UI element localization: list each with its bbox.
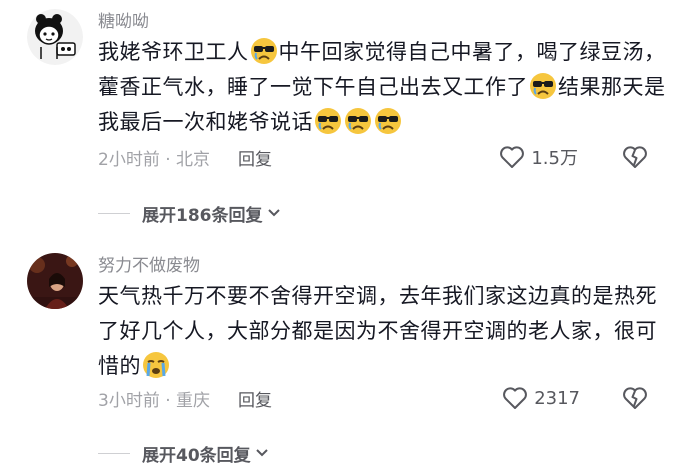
heart-icon (500, 146, 525, 168)
comment-text-part: 天气热千万不要不舍得开空调，去年我们家这边真的是热死了好几个人，大部分都是因为不… (98, 284, 657, 378)
sad-sunglasses-emoji-icon (250, 38, 277, 64)
chevron-down-icon (267, 209, 280, 217)
reply-button[interactable]: 回复 (238, 386, 272, 411)
comment-meta: 2小时前 · 北京 回复 1.5万 (98, 142, 670, 172)
comment-username[interactable]: 糖呦呦 (98, 10, 149, 34)
comment-username[interactable]: 努力不做废物 (98, 254, 200, 278)
sad-sunglasses-emoji-icon (345, 108, 371, 134)
expand-replies-button[interactable]: 展开40条回复 (98, 438, 269, 468)
like-button[interactable]: 2317 (502, 386, 580, 410)
sad-sunglasses-emoji-icon (315, 108, 341, 134)
sad-sunglasses-emoji-icon (530, 73, 556, 99)
avatar[interactable] (27, 9, 83, 65)
dislike-button[interactable] (622, 145, 648, 169)
dislike-button[interactable] (622, 386, 648, 410)
divider (98, 452, 130, 454)
broken-heart-icon (623, 387, 647, 409)
chevron-down-icon (255, 449, 268, 457)
crying-emoji-icon (143, 352, 169, 378)
like-button[interactable]: 1.5万 (499, 144, 578, 170)
comment-text-part: 我姥爷环卫工人 (98, 40, 249, 64)
expand-replies-label: 展开40条回复 (142, 445, 251, 466)
like-count: 2317 (534, 387, 580, 409)
heart-icon (503, 387, 528, 409)
expand-replies-label: 展开186条回复 (142, 205, 263, 226)
comment-time-location: 2小时前 · 北京 (98, 149, 211, 170)
reply-button[interactable]: 回复 (238, 145, 272, 170)
broken-heart-icon (623, 146, 647, 168)
comment-text: 我姥爷环卫工人 中午回家觉得自己中暑了，喝了绿豆汤，藿香正气水，睡了一觉下午自己出… (98, 35, 668, 140)
comment-text: 天气热千万不要不舍得开空调，去年我们家这边真的是热死了好几个人，大部分都是因为不… (98, 279, 668, 384)
photo-avatar-icon (27, 253, 83, 309)
comment-meta: 3小时前 · 重庆 回复 2317 (98, 383, 670, 413)
cartoon-girl-avatar-icon (27, 9, 83, 65)
divider (98, 212, 130, 214)
expand-replies-button[interactable]: 展开186条回复 (98, 198, 281, 228)
comment-time-location: 3小时前 · 重庆 (98, 390, 211, 411)
sad-sunglasses-emoji-icon (375, 108, 401, 134)
like-count: 1.5万 (531, 148, 578, 169)
avatar[interactable] (27, 253, 83, 309)
